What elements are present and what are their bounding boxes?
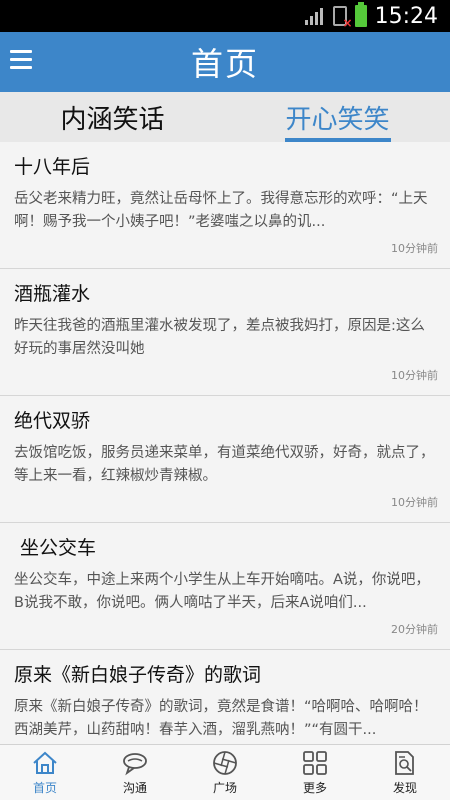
item-text: 岳父老来精力旺，竟然让岳母怀上了。我得意忘形的欢呼：“上天啊！赐予我一个小姨子吧…	[14, 191, 428, 230]
item-text: 昨天往我爸的酒瓶里灌水被发现了，差点被我妈打，原因是:这么好玩的事居然没叫她	[14, 318, 425, 357]
item-time: 10分钟前	[391, 242, 438, 255]
document-search-icon	[395, 751, 414, 775]
item-text: 原来《新白娘子传奇》的歌词，竟然是食谱！“哈啊哈、哈啊哈！西湖美芹，山药甜呐！春…	[14, 699, 428, 738]
item-title: 十八年后	[14, 156, 91, 178]
item-title: 酒瓶灌水	[14, 283, 91, 305]
nav-label: 发现	[392, 781, 417, 795]
list-item[interactable]: 绝代双骄 去饭馆吃饭，服务员递来菜单，有道菜绝代双骄，好奇，就点了，等上来一看，…	[0, 396, 450, 523]
item-time: 10分钟前	[391, 369, 438, 382]
item-text: 去饭馆吃饭，服务员递来菜单，有道菜绝代双骄，好奇，就点了，等上来一看，红辣椒炒青…	[14, 445, 435, 484]
aperture-icon	[213, 751, 237, 775]
battery-icon	[354, 2, 367, 27]
nav-discover[interactable]: 发现	[360, 745, 450, 800]
status-bar: 15:24	[0, 0, 450, 32]
item-time: 10分钟前	[391, 496, 438, 509]
item-title: 坐公交车	[14, 537, 97, 559]
list-item[interactable]: 十八年后 岳父老来精力旺，竟然让岳母怀上了。我得意忘形的欢呼：“上天啊！赐予我一…	[0, 142, 450, 269]
signal-icon	[304, 7, 325, 25]
joke-list[interactable]: 十八年后 岳父老来精力旺，竟然让岳母怀上了。我得意忘形的欢呼：“上天啊！赐予我一…	[0, 142, 450, 744]
tab-bar: 内涵笑话 开心笑笑	[0, 92, 450, 142]
nav-home[interactable]: 首页	[0, 745, 90, 800]
no-sim-icon	[332, 6, 353, 30]
nav-label: 广场	[212, 781, 237, 795]
nav-communicate[interactable]: 沟通	[90, 745, 180, 800]
list-item[interactable]: 原来《新白娘子传奇》的歌词 原来《新白娘子传奇》的歌词，竟然是食谱！“哈啊哈、哈…	[0, 650, 450, 744]
item-time: 20分钟前	[391, 623, 438, 636]
grid-icon	[303, 751, 327, 775]
nav-square[interactable]: 广场	[180, 745, 270, 800]
nav-label: 沟通	[122, 781, 147, 795]
nav-more[interactable]: 更多	[270, 745, 360, 800]
list-item[interactable]: 酒瓶灌水 昨天往我爸的酒瓶里灌水被发现了，差点被我妈打，原因是:这么好玩的事居然…	[0, 269, 450, 396]
app-bar: 首页	[0, 32, 450, 92]
clock: 15:24	[374, 3, 438, 29]
item-title: 原来《新白娘子传奇》的歌词	[14, 664, 262, 686]
item-text: 坐公交车，中途上来两个小学生从上车开始嘀咕。A说，你说吧，B说我不敢，你说吧。俩…	[14, 572, 430, 611]
tab-neihan-jokes[interactable]: 内涵笑话	[0, 92, 225, 142]
chat-icon	[123, 753, 147, 776]
nav-label: 首页	[32, 781, 57, 795]
page-title: 首页	[190, 45, 259, 83]
nav-label: 更多	[302, 781, 327, 795]
menu-icon[interactable]	[10, 50, 32, 72]
tab-happy-laughs[interactable]: 开心笑笑	[225, 92, 450, 142]
item-title: 绝代双骄	[14, 410, 91, 432]
list-item[interactable]: 坐公交车 坐公交车，中途上来两个小学生从上车开始嘀咕。A说，你说吧，B说我不敢，…	[0, 523, 450, 650]
bottom-navigation: 首页 沟通 广场 更多 发现	[0, 744, 450, 800]
home-icon	[33, 751, 57, 774]
